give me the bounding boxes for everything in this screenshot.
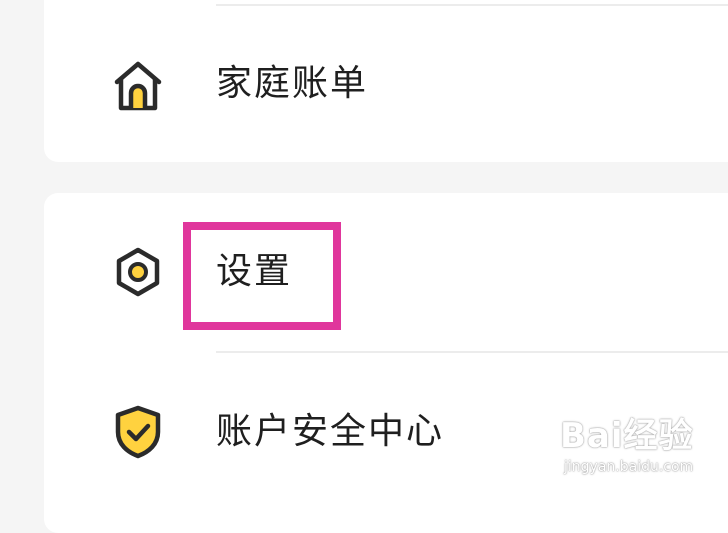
menu-item-settings[interactable]: 设置 (0, 218, 728, 328)
menu-item-label: 设置 (216, 251, 293, 292)
watermark-brand: Bai经验 (560, 416, 694, 456)
divider-middle (216, 351, 728, 353)
settings-gear-icon (108, 242, 168, 302)
baidu-jingyan-watermark: Bai经验 jingyan.baidu.com (560, 416, 720, 480)
menu-item-label: 家庭账单 (216, 63, 369, 104)
menu-item-family-bill[interactable]: 家庭账单 (0, 30, 728, 140)
home-icon (108, 56, 168, 116)
shield-check-icon (108, 402, 168, 462)
watermark-url: jingyan.baidu.com (564, 459, 694, 475)
divider-top (216, 4, 728, 6)
menu-item-label: 账户安全中心 (216, 411, 445, 452)
